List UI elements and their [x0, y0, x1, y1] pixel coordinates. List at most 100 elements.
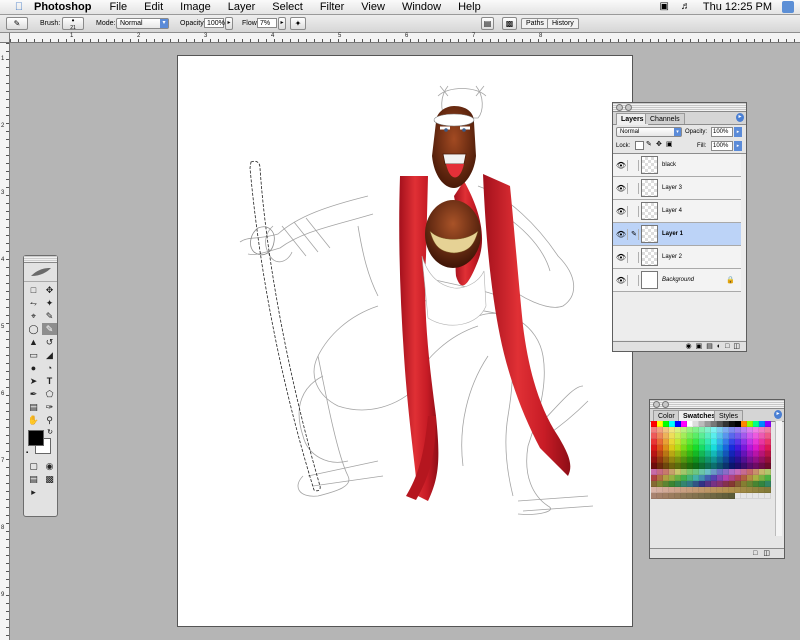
- new-swatch-icon[interactable]: □: [753, 549, 757, 558]
- move-tool-icon[interactable]: ✥: [42, 284, 57, 296]
- layer-row[interactable]: 👁 Layer 4: [613, 200, 741, 223]
- horizontal-ruler[interactable]: 1 2 3 4 5 6 7 8: [10, 33, 800, 43]
- menu-file[interactable]: File: [109, 0, 127, 14]
- history-brush-tool-icon[interactable]: ↺: [42, 336, 57, 348]
- lock-all-icon[interactable]: ▣: [666, 140, 673, 148]
- new-set-icon[interactable]: ▤: [706, 342, 713, 351]
- eye-icon[interactable]: 👁: [615, 275, 628, 286]
- tool-preset-picker[interactable]: ✎: [6, 17, 28, 30]
- menu-filter[interactable]: Filter: [320, 0, 344, 14]
- tab-layers[interactable]: Layers: [616, 113, 649, 125]
- lasso-tool-icon[interactable]: ⥊: [26, 297, 41, 309]
- mode-select[interactable]: Normal ▾: [116, 18, 169, 29]
- default-colors-icon[interactable]: ▪: [26, 450, 28, 456]
- standard-screen-mode-icon[interactable]: ▤: [26, 473, 41, 485]
- link-slot[interactable]: [630, 275, 639, 286]
- link-slot[interactable]: [630, 206, 639, 217]
- close-icon[interactable]: [653, 401, 660, 408]
- opacity-arrow-icon[interactable]: ▸: [734, 127, 742, 137]
- standard-mode-icon[interactable]: ▢: [26, 460, 41, 472]
- layer-style-icon[interactable]: ◉: [686, 342, 692, 351]
- trash-icon[interactable]: ◫: [763, 549, 770, 558]
- healing-brush-tool-icon[interactable]: ◯: [26, 323, 41, 335]
- swatch-grid[interactable]: [651, 421, 771, 499]
- type-tool-icon[interactable]: T: [42, 375, 57, 387]
- jump-to-imageready-icon[interactable]: ▸: [26, 486, 41, 498]
- fill-arrow-icon[interactable]: ▸: [734, 141, 742, 151]
- apple-menu-icon[interactable]: : [12, 0, 26, 14]
- ruler-origin[interactable]: [0, 33, 10, 43]
- layer-row[interactable]: 👁 Layer 3: [613, 177, 741, 200]
- eye-icon[interactable]: 👁: [615, 183, 628, 194]
- lock-position-icon[interactable]: ✥: [656, 140, 662, 148]
- slice-tool-icon[interactable]: ✎: [42, 310, 57, 322]
- photoshop-app-icon[interactable]: [782, 1, 794, 13]
- minimize-icon[interactable]: [662, 401, 669, 408]
- tab-channels[interactable]: Channels: [645, 113, 685, 124]
- link-slot[interactable]: [630, 252, 639, 263]
- minimize-icon[interactable]: [625, 104, 632, 111]
- menu-image[interactable]: Image: [180, 0, 211, 14]
- swap-colors-icon[interactable]: ↻: [47, 428, 53, 436]
- menu-select[interactable]: Select: [272, 0, 303, 14]
- marquee-tool-icon[interactable]: □: [26, 284, 41, 296]
- tab-history[interactable]: History: [547, 18, 579, 29]
- blend-mode-select[interactable]: Normal ▾: [616, 127, 682, 137]
- adjustment-layer-icon[interactable]: ◐: [717, 342, 721, 351]
- brush-picker[interactable]: • 21: [62, 17, 84, 31]
- notes-tool-icon[interactable]: ▤: [26, 401, 41, 413]
- link-slot[interactable]: [630, 183, 639, 194]
- volume-icon[interactable]: ♬: [681, 0, 691, 14]
- vertical-ruler[interactable]: 1 2 3 4 5 6 7 8 9: [0, 43, 10, 640]
- document-canvas[interactable]: [177, 55, 633, 627]
- foreground-color[interactable]: [28, 430, 44, 446]
- clone-stamp-tool-icon[interactable]: ▲: [26, 336, 41, 348]
- shape-tool-icon[interactable]: ⬠: [42, 388, 57, 400]
- quick-mask-mode-icon[interactable]: ◉: [42, 460, 57, 472]
- palette-well-button[interactable]: ▩: [502, 17, 517, 30]
- menu-view[interactable]: View: [361, 0, 385, 14]
- feather-logo-icon[interactable]: [24, 263, 57, 282]
- layer-mask-icon[interactable]: ▣: [696, 342, 703, 351]
- magic-wand-tool-icon[interactable]: ✦: [42, 297, 57, 309]
- eyedropper-tool-icon[interactable]: ✑: [42, 401, 57, 413]
- layer-opacity-field[interactable]: 100%: [711, 127, 733, 137]
- crop-tool-icon[interactable]: ⌖: [26, 310, 41, 322]
- hand-tool-icon[interactable]: ✋: [26, 414, 41, 426]
- zoom-tool-icon[interactable]: ⚲: [42, 414, 57, 426]
- eye-icon[interactable]: 👁: [615, 252, 628, 263]
- layer-row[interactable]: 👁 Background 🔒: [613, 269, 741, 292]
- trash-icon[interactable]: ◫: [733, 342, 740, 351]
- menu-layer[interactable]: Layer: [228, 0, 256, 14]
- eye-icon[interactable]: 👁: [615, 229, 628, 240]
- app-menu[interactable]: Photoshop: [34, 0, 91, 14]
- tab-paths[interactable]: Paths: [521, 18, 549, 29]
- new-layer-icon[interactable]: □: [725, 342, 729, 351]
- paintbrush-icon[interactable]: ✎: [630, 229, 639, 240]
- opacity-slider-arrow[interactable]: ▸: [225, 17, 233, 30]
- menu-clock[interactable]: Thu 12:25 PM: [703, 0, 772, 14]
- swatches-panel-titlebar[interactable]: [650, 400, 784, 409]
- tools-palette-titlebar[interactable]: [24, 256, 57, 263]
- menu-window[interactable]: Window: [402, 0, 441, 14]
- display-icon[interactable]: ▣: [659, 0, 668, 14]
- eye-icon[interactable]: 👁: [615, 206, 628, 217]
- airbrush-toggle[interactable]: ✦: [290, 17, 306, 30]
- menu-help[interactable]: Help: [458, 0, 481, 14]
- layers-panel-titlebar[interactable]: [613, 103, 746, 112]
- fill-field[interactable]: 100%: [711, 141, 733, 151]
- menu-edit[interactable]: Edit: [144, 0, 163, 14]
- tab-styles[interactable]: Styles: [714, 410, 744, 421]
- full-screen-mode-icon[interactable]: ▩: [42, 473, 57, 485]
- gradient-tool-icon[interactable]: ◢: [42, 349, 57, 361]
- lock-image-icon[interactable]: ✎: [646, 140, 652, 148]
- opacity-field[interactable]: 100%: [204, 18, 225, 28]
- panel-menu-icon[interactable]: ▸: [736, 113, 744, 122]
- flow-slider-arrow[interactable]: ▸: [278, 17, 286, 30]
- color-swatch[interactable]: [765, 493, 771, 499]
- flow-field[interactable]: 7%: [257, 18, 277, 28]
- panel-menu-icon[interactable]: ▸: [774, 410, 782, 419]
- lock-transparency-icon[interactable]: [635, 141, 644, 150]
- eraser-tool-icon[interactable]: ▭: [26, 349, 41, 361]
- file-browser-button[interactable]: ▤: [481, 17, 494, 30]
